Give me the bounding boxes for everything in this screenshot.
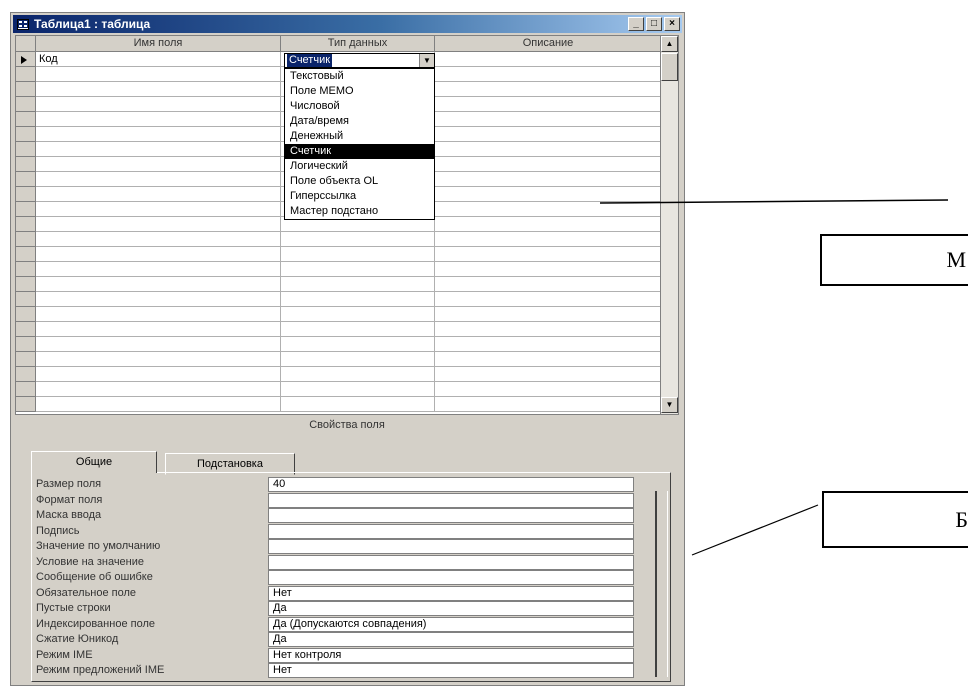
- callout-label-top: М: [946, 247, 966, 272]
- tab-general[interactable]: Общие: [31, 451, 157, 473]
- callout-label-bottom: Б: [955, 507, 968, 532]
- pointer-line-bottom: [691, 504, 819, 556]
- callout-box-top: М: [820, 234, 968, 286]
- callout-box-bottom: Б: [822, 491, 968, 548]
- annotation-lines: [599, 199, 949, 556]
- pointer-line-top: [599, 199, 949, 204]
